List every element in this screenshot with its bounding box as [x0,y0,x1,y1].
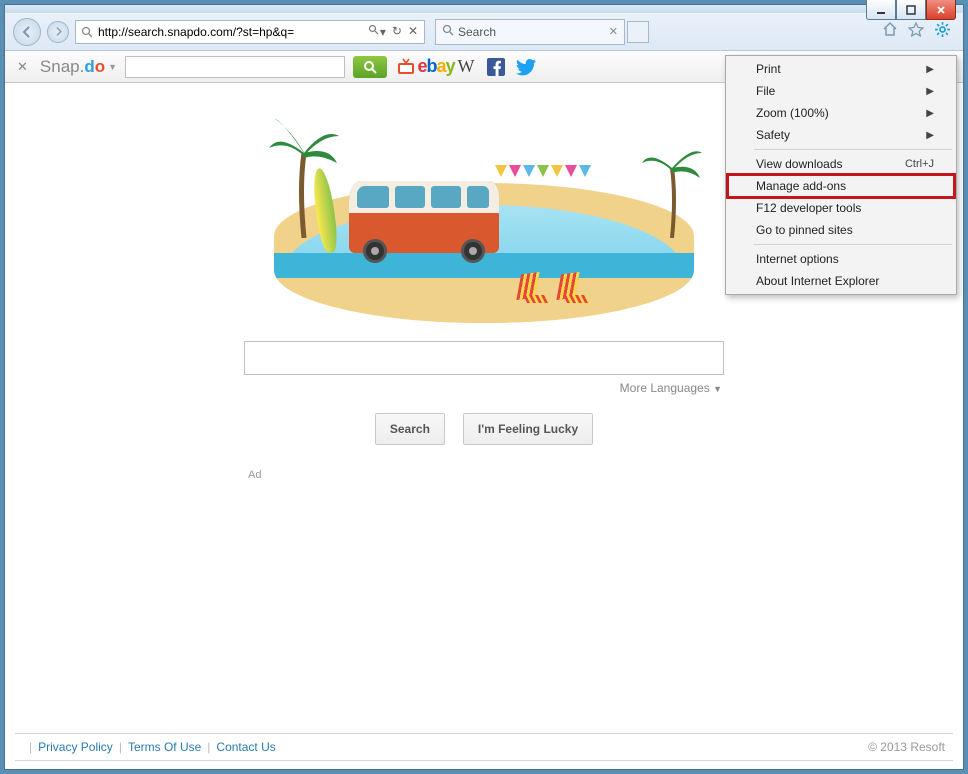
menu-zoom[interactable]: Zoom (100%) ▶ [728,102,954,124]
van-icon [349,181,499,253]
hero-illustration [274,113,694,323]
menu-shortcut: Ctrl+J [905,158,934,170]
submenu-arrow-icon: ▶ [926,86,934,97]
snapdo-search-input[interactable] [125,56,345,78]
tab-favicon-icon [442,24,454,39]
tv-icon[interactable] [395,56,417,78]
titlebar [5,5,963,13]
more-languages-link[interactable]: More Languages ▼ [244,375,724,395]
stop-icon[interactable]: ✕ [408,24,418,39]
address-bar-tools: ▾ ↻ ✕ [366,24,420,39]
snapdo-logo-d: d [84,57,94,77]
tab-close-icon[interactable]: ✕ [609,25,618,38]
footer-terms-link[interactable]: Terms Of Use [128,740,201,754]
menu-label: Go to pinned sites [756,223,853,237]
tab-label: Search [458,25,605,39]
menu-label: Print [756,62,781,76]
refresh-icon[interactable]: ↻ [392,24,402,39]
chevron-down-icon: ▼ [713,384,722,394]
menu-label: File [756,84,775,98]
menu-label: Manage add-ons [756,179,846,193]
footer-copyright: © 2013 Resoft [868,740,945,754]
footer-privacy-link[interactable]: Privacy Policy [38,740,113,754]
deckchair-icon [559,273,591,303]
search-glyph-icon [80,25,94,39]
menu-view-downloads[interactable]: View downloads Ctrl+J [728,153,954,175]
menu-label: Internet options [756,252,839,266]
menu-label: F12 developer tools [756,201,861,215]
menu-separator [754,149,952,150]
menu-label: Zoom (100%) [756,106,829,120]
browser-tab[interactable]: Search ✕ [435,19,625,45]
command-bar [882,21,955,42]
twitter-icon[interactable] [515,56,537,78]
feeling-lucky-button[interactable]: I'm Feeling Lucky [463,413,593,445]
menu-about-ie[interactable]: About Internet Explorer [728,270,954,292]
navigation-bar: ▾ ↻ ✕ Search ✕ [5,13,963,51]
search-button[interactable]: Search [375,413,445,445]
submenu-arrow-icon: ▶ [926,64,934,75]
main-search-input[interactable] [244,341,724,375]
maximize-button[interactable] [896,0,926,20]
bunting-icon [494,165,634,183]
close-window-button[interactable] [926,0,956,20]
minimize-button[interactable] [866,0,896,20]
snapdo-caret-icon: ▼ [108,62,117,72]
menu-f12-tools[interactable]: F12 developer tools [728,197,954,219]
menu-label: View downloads [756,157,843,171]
menu-pinned-sites[interactable]: Go to pinned sites [728,219,954,241]
palm-right-icon [642,138,702,248]
menu-file[interactable]: File ▶ [728,80,954,102]
menu-manage-addons[interactable]: Manage add-ons [728,175,954,197]
new-tab-button[interactable] [627,21,649,43]
footer: | Privacy Policy | Terms Of Use | Contac… [15,733,953,761]
snapdo-logo[interactable]: Snap.do ▼ [40,57,117,77]
menu-print[interactable]: Print ▶ [728,58,954,80]
address-input[interactable] [98,25,362,39]
ad-label: Ad [244,469,724,481]
button-row: Search I'm Feeling Lucky [375,413,593,445]
menu-label: About Internet Explorer [756,274,879,288]
tools-gear-icon[interactable] [934,21,951,42]
snapdo-close-icon[interactable]: ✕ [13,59,32,75]
tab-strip: Search ✕ [435,19,649,45]
more-languages-label: More Languages [620,381,710,395]
favorites-icon[interactable] [908,21,924,42]
window-caption-buttons [866,0,956,20]
deckchair-icon [519,273,551,303]
facebook-icon[interactable] [485,56,507,78]
menu-label: Safety [756,128,790,142]
snapdo-search-button[interactable] [353,56,387,78]
forward-button[interactable] [47,21,69,43]
search-dropdown-icon[interactable]: ▾ [368,24,386,39]
browser-window: ▾ ↻ ✕ Search ✕ ✕ [4,4,964,770]
address-bar[interactable]: ▾ ↻ ✕ [75,20,425,44]
menu-separator [754,244,952,245]
footer-contact-link[interactable]: Contact Us [216,740,275,754]
wikipedia-icon[interactable]: W [455,56,477,78]
snapdo-logo-o: o [95,57,105,77]
menu-internet-options[interactable]: Internet options [728,248,954,270]
menu-safety[interactable]: Safety ▶ [728,124,954,146]
submenu-arrow-icon: ▶ [926,130,934,141]
snapdo-logo-text: Snap. [40,57,84,77]
back-button[interactable] [13,18,41,46]
ebay-icon[interactable]: ebay [425,56,447,78]
home-icon[interactable] [882,21,898,42]
submenu-arrow-icon: ▶ [926,108,934,119]
tools-menu: Print ▶ File ▶ Zoom (100%) ▶ Safety ▶ View d… [725,55,957,295]
